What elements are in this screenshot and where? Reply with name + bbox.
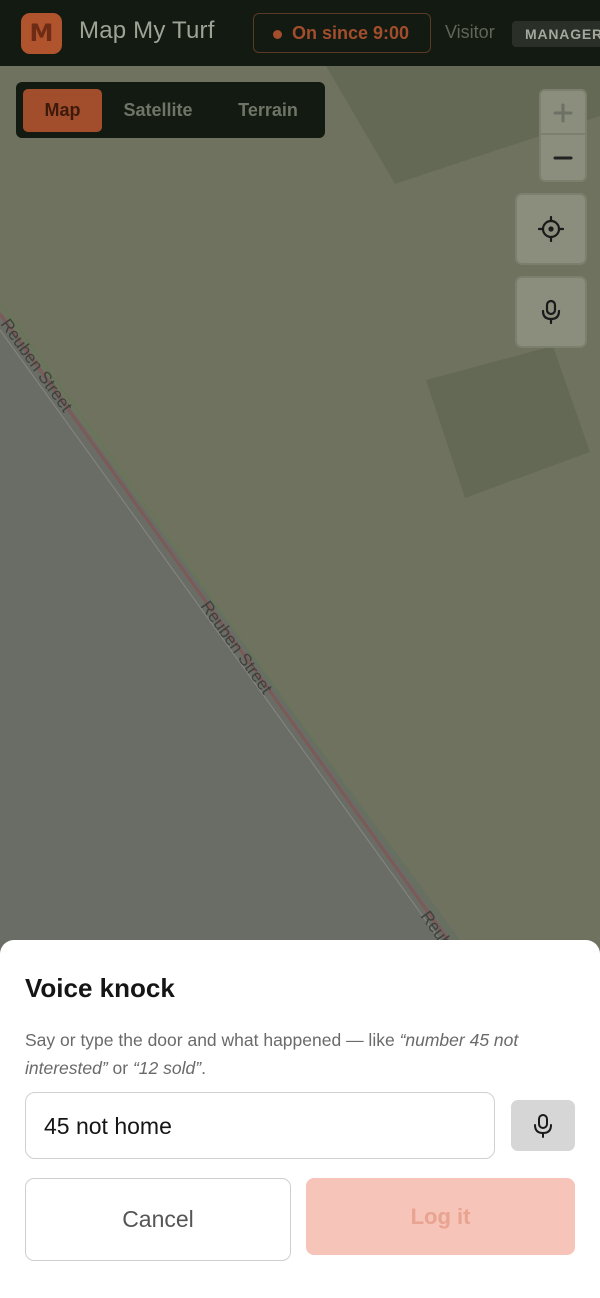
dictate-button[interactable] xyxy=(511,1100,575,1151)
crosshair-icon xyxy=(538,216,564,242)
app-title: Map My Turf xyxy=(79,17,215,44)
voice-knock-sheet: Voice knock Say or type the door and wha… xyxy=(0,940,600,1298)
desc-prefix: Say or type the door and what happened —… xyxy=(25,1030,400,1050)
locate-me-button[interactable] xyxy=(515,193,587,265)
desc-suffix: . xyxy=(201,1058,206,1078)
desc-example-2: “12 sold” xyxy=(132,1058,202,1078)
zoom-in-button[interactable] xyxy=(541,91,585,135)
knock-input-wrapper xyxy=(25,1092,495,1159)
visitor-label: Visitor xyxy=(445,22,495,42)
tab-satellite[interactable]: Satellite xyxy=(112,89,204,132)
status-dot-icon xyxy=(273,30,282,39)
logo-letter: M xyxy=(29,19,54,47)
tab-map[interactable]: Map xyxy=(23,89,102,132)
tab-terrain[interactable]: Terrain xyxy=(220,89,316,132)
map-building xyxy=(426,346,590,498)
shift-status-text: On since 9:00 xyxy=(292,23,410,43)
knock-text-input[interactable] xyxy=(44,1105,474,1147)
role-badge[interactable]: MANAGER xyxy=(512,21,600,47)
zoom-out-button[interactable] xyxy=(541,136,585,180)
app-logo[interactable]: M xyxy=(21,13,62,54)
log-it-button[interactable]: Log it xyxy=(306,1178,575,1255)
shift-status-badge[interactable]: On since 9:00 xyxy=(253,13,431,53)
microphone-icon xyxy=(534,1114,552,1138)
sheet-title: Voice knock xyxy=(25,973,175,1003)
voice-knock-button[interactable] xyxy=(515,276,587,348)
desc-middle: or xyxy=(107,1058,133,1078)
plus-icon xyxy=(553,103,573,123)
zoom-controls xyxy=(539,89,587,182)
app-header: M Map My Turf On since 9:00 Visitor MANA… xyxy=(0,0,600,66)
map-layer-switcher: Map Satellite Terrain xyxy=(16,82,325,138)
minus-icon xyxy=(553,156,573,160)
sheet-description: Say or type the door and what happened —… xyxy=(25,1026,575,1082)
cancel-button[interactable]: Cancel xyxy=(25,1178,291,1261)
microphone-icon xyxy=(541,299,561,325)
